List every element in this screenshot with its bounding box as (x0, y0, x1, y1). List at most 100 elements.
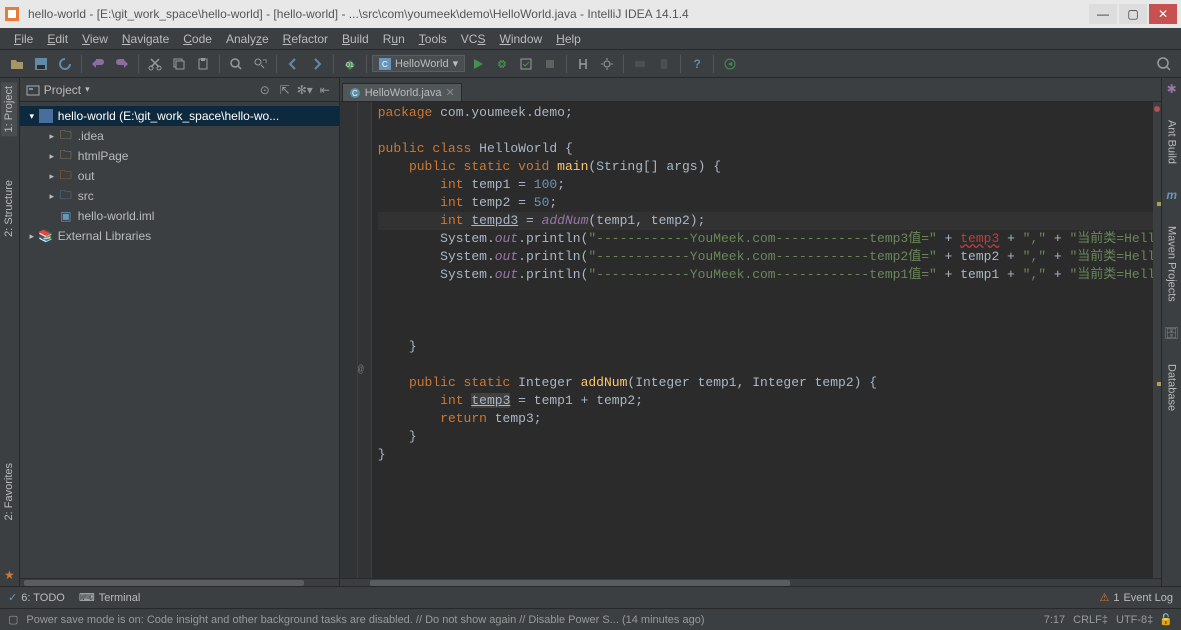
tree-external[interactable]: ▸📚External Libraries (20, 226, 339, 246)
build-button[interactable]: 01 (339, 53, 361, 75)
maximize-button[interactable]: ▢ (1119, 4, 1147, 24)
debug-button[interactable] (491, 53, 513, 75)
tab-terminal[interactable]: ⌨Terminal (79, 591, 140, 604)
project-icon (26, 83, 40, 97)
vcs-button[interactable] (572, 53, 594, 75)
encoding[interactable]: UTF-8‡ (1116, 614, 1153, 626)
help-button[interactable]: ? (686, 53, 708, 75)
project-tree[interactable]: ▾ hello-world (E:\git_work_space\hello-w… (20, 102, 339, 250)
replace-button[interactable] (249, 53, 271, 75)
tree-item[interactable]: ▸🗀htmlPage (20, 146, 339, 166)
open-button[interactable] (6, 53, 28, 75)
avd-button[interactable] (653, 53, 675, 75)
undo-button[interactable] (87, 53, 109, 75)
left-tool-gutter: 1: Project 2: Structure 2: Favorites ★ (0, 78, 20, 586)
maven-icon: m (1166, 188, 1177, 202)
menu-tools[interactable]: Tools (413, 30, 453, 48)
menu-build[interactable]: Build (336, 30, 375, 48)
run-config-selector[interactable]: C HelloWorld ▾ (372, 55, 465, 72)
lock-icon[interactable]: 🔓 (1159, 613, 1173, 626)
chevron-down-icon: ▾ (453, 57, 459, 70)
find-button[interactable] (225, 53, 247, 75)
gear-icon[interactable]: ✻▾ (297, 82, 313, 98)
hide-button[interactable]: ⇤ (317, 82, 333, 98)
tab-todo[interactable]: ✓6: TODO (8, 591, 65, 604)
menu-navigate[interactable]: Navigate (116, 30, 175, 48)
status-bar: ▢ Power save mode is on: Code insight an… (0, 608, 1181, 630)
svg-text:C: C (352, 89, 358, 98)
folder-icon: 🗀 (58, 188, 74, 204)
cursor-position: 7:17 (1044, 614, 1065, 626)
menu-window[interactable]: Window (493, 30, 548, 48)
menu-vcs[interactable]: VCS (455, 30, 492, 48)
menu-file[interactable]: File (8, 30, 39, 48)
coverage-button[interactable] (515, 53, 537, 75)
jrebel-button[interactable] (719, 53, 741, 75)
run-button[interactable] (467, 53, 489, 75)
right-tool-gutter: ✱ Ant Build m Maven Projects 🗄 Database (1161, 78, 1181, 586)
database-icon: 🗄 (1164, 326, 1179, 340)
star-icon: ★ (0, 564, 19, 586)
tab-database[interactable]: Database (1164, 360, 1180, 415)
project-panel: Project ▾ ⊙ ⇱ ✻▾ ⇤ ▾ hello-world (E:\git… (20, 78, 340, 586)
libraries-icon: 📚 (38, 228, 54, 244)
titlebar: hello-world - [E:\git_work_space\hello-w… (0, 0, 1181, 28)
collapse-button[interactable]: ⇱ (277, 82, 293, 98)
windows-button[interactable]: ▢ (8, 613, 18, 626)
cut-button[interactable] (144, 53, 166, 75)
sdk-button[interactable] (629, 53, 651, 75)
tree-root[interactable]: ▾ hello-world (E:\git_work_space\hello-w… (20, 106, 339, 126)
iml-icon: ▣ (58, 208, 74, 224)
editor-tab-label: HelloWorld.java (365, 87, 442, 99)
bottom-tool-bar: ✓6: TODO ⌨Terminal ⚠1Event Log (0, 586, 1181, 608)
menu-refactor[interactable]: Refactor (277, 30, 334, 48)
tab-ant-build[interactable]: Ant Build (1164, 116, 1180, 168)
tree-item[interactable]: ▸🗀out (20, 166, 339, 186)
tab-favorites[interactable]: 2: Favorites (1, 459, 17, 524)
svg-text:01: 01 (346, 62, 354, 69)
folder-icon: 🗀 (58, 128, 74, 144)
tab-project[interactable]: 1: Project (1, 82, 17, 136)
app-icon (4, 6, 20, 22)
code-editor[interactable]: @ package com.youmeek.demo; public class… (340, 102, 1162, 578)
sync-button[interactable] (54, 53, 76, 75)
menu-help[interactable]: Help (550, 30, 587, 48)
forward-button[interactable] (306, 53, 328, 75)
close-button[interactable]: ✕ (1149, 4, 1177, 24)
folder-icon: 🗀 (58, 168, 74, 184)
close-tab-button[interactable]: ✕ (446, 86, 455, 99)
minimize-button[interactable]: — (1089, 4, 1117, 24)
locate-button[interactable]: ⊙ (257, 82, 273, 98)
menu-code[interactable]: Code (177, 30, 218, 48)
line-separator[interactable]: CRLF‡ (1073, 614, 1108, 626)
tab-maven[interactable]: Maven Projects (1164, 222, 1180, 306)
editor-tab[interactable]: C HelloWorld.java ✕ (342, 83, 462, 101)
paste-button[interactable] (192, 53, 214, 75)
back-button[interactable] (282, 53, 304, 75)
menu-analyze[interactable]: Analyze (220, 30, 275, 48)
tab-structure[interactable]: 2: Structure (1, 176, 17, 241)
tree-item[interactable]: ▸🗀src (20, 186, 339, 206)
folder-icon: 🗀 (58, 148, 74, 164)
panel-scrollbar[interactable] (20, 578, 339, 586)
run-config-label: HelloWorld (395, 58, 449, 70)
error-stripe[interactable] (1153, 102, 1161, 578)
menu-run[interactable]: Run (377, 30, 411, 48)
redo-button[interactable] (111, 53, 133, 75)
panel-title-label: Project (44, 83, 81, 97)
class-icon: C (349, 87, 361, 99)
chevron-down-icon: ▾ (85, 84, 90, 95)
menu-view[interactable]: View (76, 30, 114, 48)
settings-button[interactable] (596, 53, 618, 75)
editor-scrollbar[interactable] (340, 578, 1162, 586)
status-message: Power save mode is on: Code insight and … (26, 614, 704, 626)
tab-event-log[interactable]: ⚠1Event Log (1099, 591, 1173, 604)
tree-item[interactable]: ▣hello-world.iml (20, 206, 339, 226)
menu-edit[interactable]: Edit (41, 30, 74, 48)
copy-button[interactable] (168, 53, 190, 75)
module-icon (38, 108, 54, 124)
stop-button[interactable] (539, 53, 561, 75)
search-everywhere-button[interactable] (1153, 53, 1175, 75)
tree-item[interactable]: ▸🗀.idea (20, 126, 339, 146)
save-button[interactable] (30, 53, 52, 75)
